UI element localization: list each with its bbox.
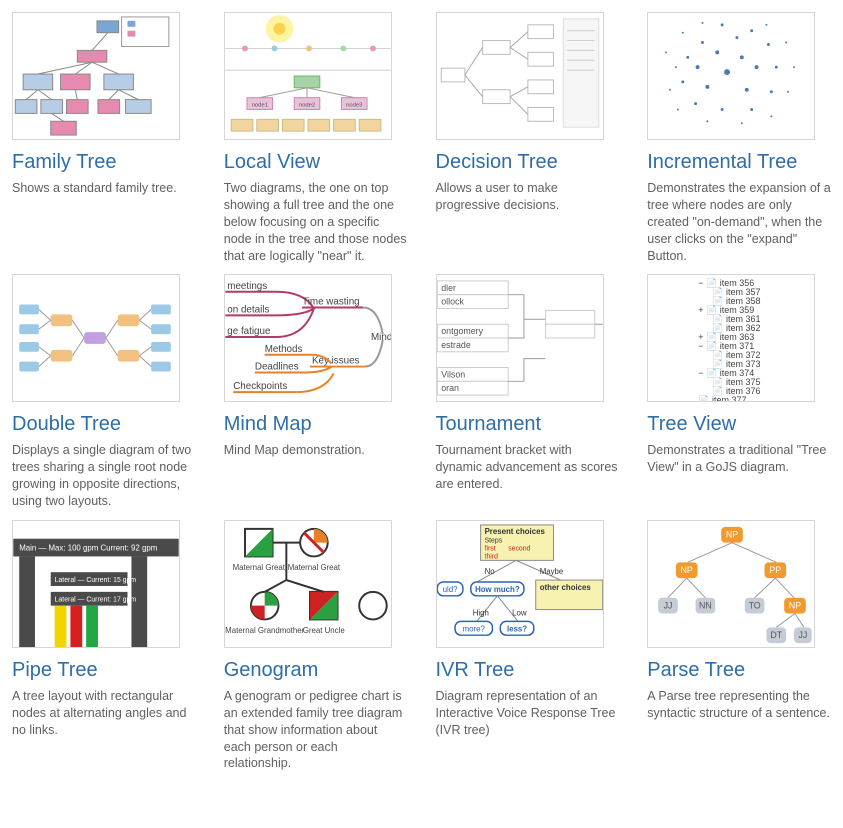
svg-text:Lateral — Current: 17 gpm: Lateral — Current: 17 gpm bbox=[55, 597, 137, 604]
svg-text:Maybe: Maybe bbox=[539, 567, 563, 576]
thumb-decision-tree[interactable] bbox=[436, 12, 604, 140]
svg-text:PP: PP bbox=[770, 565, 782, 575]
desc-ivr-tree: Diagram representation of an Interactive… bbox=[436, 688, 620, 739]
svg-text:dler: dler bbox=[441, 283, 456, 293]
svg-text:ollock: ollock bbox=[441, 297, 464, 307]
card-ivr-tree: Present choices Steps first second third… bbox=[436, 520, 620, 772]
svg-text:Time wasting: Time wasting bbox=[302, 297, 360, 308]
desc-incremental-tree: Demonstrates the expansion of a tree whe… bbox=[647, 180, 831, 264]
samples-grid: Family Tree Shows a standard family tree… bbox=[12, 12, 831, 772]
thumb-incremental-tree[interactable] bbox=[647, 12, 815, 140]
desc-genogram: A genogram or pedigree chart is an exten… bbox=[224, 688, 408, 772]
svg-text:ontgomery: ontgomery bbox=[441, 326, 483, 336]
svg-text:Vilson: Vilson bbox=[441, 370, 465, 380]
svg-text:How much?: How much? bbox=[475, 585, 520, 594]
svg-text:Maternal Great: Maternal Great bbox=[287, 563, 340, 572]
svg-text:Lateral — Current: 15 gpm: Lateral — Current: 15 gpm bbox=[55, 577, 137, 584]
svg-text:Key issues: Key issues bbox=[312, 356, 360, 367]
svg-text:Maternal Great: Maternal Great bbox=[232, 563, 285, 572]
svg-text:Main — Max: 100 gpm Current:: Main — Max: 100 gpm Current: 92 gpm bbox=[19, 543, 157, 552]
svg-text:uld?: uld? bbox=[442, 585, 457, 594]
svg-text:first: first bbox=[484, 545, 495, 552]
thumb-tree-view[interactable]: − 📄 item 356 📄 item 357 📄 item 358 + 📄 i… bbox=[647, 274, 815, 402]
title-mind-map[interactable]: Mind Map bbox=[224, 412, 408, 436]
thumb-mind-map[interactable]: meetings on details ge fatigue Time wast… bbox=[224, 274, 392, 402]
desc-family-tree: Shows a standard family tree. bbox=[12, 180, 196, 197]
svg-text:third: third bbox=[484, 553, 498, 560]
svg-text:less?: less? bbox=[506, 624, 526, 633]
svg-text:estrade: estrade bbox=[441, 340, 471, 350]
card-pipe-tree: Main — Max: 100 gpm Current: 92 gpm Late… bbox=[12, 520, 196, 772]
svg-text:second: second bbox=[508, 545, 530, 552]
thumb-family-tree[interactable] bbox=[12, 12, 180, 140]
desc-mind-map: Mind Map demonstration. bbox=[224, 442, 408, 459]
card-genogram: Maternal Great Maternal Great Maternal G… bbox=[224, 520, 408, 772]
thumb-local-view[interactable]: node1 node2 node3 bbox=[224, 12, 392, 140]
svg-text:JJ: JJ bbox=[664, 600, 673, 610]
card-parse-tree: NP NP PP JJ NN TO NP DT JJ Parse Tree A … bbox=[647, 520, 831, 772]
svg-text:High: High bbox=[472, 608, 488, 617]
card-incremental-tree: Incremental Tree Demonstrates the expans… bbox=[647, 12, 831, 264]
title-local-view[interactable]: Local View bbox=[224, 150, 408, 174]
desc-local-view: Two diagrams, the one on top showing a f… bbox=[224, 180, 408, 264]
thumb-pipe-tree[interactable]: Main — Max: 100 gpm Current: 92 gpm Late… bbox=[12, 520, 180, 648]
card-tree-view: − 📄 item 356 📄 item 357 📄 item 358 + 📄 i… bbox=[647, 274, 831, 510]
svg-text:more?: more? bbox=[462, 624, 485, 633]
svg-text:ge fatigue: ge fatigue bbox=[227, 326, 271, 337]
svg-text:NP: NP bbox=[789, 600, 801, 610]
desc-decision-tree: Allows a user to make progressive decisi… bbox=[436, 180, 620, 214]
desc-tree-view: Demonstrates a traditional "Tree View" i… bbox=[647, 442, 831, 476]
title-tree-view[interactable]: Tree View bbox=[647, 412, 831, 436]
svg-text:DT: DT bbox=[771, 630, 783, 640]
svg-text:Low: Low bbox=[512, 608, 527, 617]
title-tournament[interactable]: Tournament bbox=[436, 412, 620, 436]
svg-text:on details: on details bbox=[227, 305, 269, 316]
desc-pipe-tree: A tree layout with rectangular nodes at … bbox=[12, 688, 196, 739]
svg-text:NP: NP bbox=[726, 530, 738, 540]
svg-text:No: No bbox=[484, 567, 495, 576]
title-parse-tree[interactable]: Parse Tree bbox=[647, 658, 831, 682]
title-ivr-tree[interactable]: IVR Tree bbox=[436, 658, 620, 682]
svg-text:Deadlines: Deadlines bbox=[255, 362, 299, 373]
desc-tournament: Tournament bracket with dynamic advancem… bbox=[436, 442, 620, 493]
thumb-parse-tree[interactable]: NP NP PP JJ NN TO NP DT JJ bbox=[647, 520, 815, 648]
svg-text:node3: node3 bbox=[346, 103, 363, 109]
svg-text:NP: NP bbox=[681, 565, 693, 575]
title-decision-tree[interactable]: Decision Tree bbox=[436, 150, 620, 174]
thumb-genogram[interactable]: Maternal Great Maternal Great Maternal G… bbox=[224, 520, 392, 648]
svg-text:Great Uncle: Great Uncle bbox=[303, 626, 346, 635]
svg-text:node1: node1 bbox=[251, 103, 267, 109]
thumb-tournament[interactable]: dler ollock ontgomery estrade Vilson ora… bbox=[436, 274, 604, 402]
svg-text:NN: NN bbox=[699, 600, 712, 610]
svg-text:other choices: other choices bbox=[539, 583, 591, 592]
svg-text:oran: oran bbox=[441, 384, 459, 394]
svg-text:Methods: Methods bbox=[264, 344, 302, 355]
thumb-ivr-tree[interactable]: Present choices Steps first second third… bbox=[436, 520, 604, 648]
title-incremental-tree[interactable]: Incremental Tree bbox=[647, 150, 831, 174]
title-pipe-tree[interactable]: Pipe Tree bbox=[12, 658, 196, 682]
card-tournament: dler ollock ontgomery estrade Vilson ora… bbox=[436, 274, 620, 510]
svg-text:Present choices: Present choices bbox=[484, 527, 545, 536]
svg-text:node2: node2 bbox=[299, 103, 315, 109]
card-local-view: node1 node2 node3 Local View Two diagram… bbox=[224, 12, 408, 264]
card-family-tree: Family Tree Shows a standard family tree… bbox=[12, 12, 196, 264]
card-mind-map: meetings on details ge fatigue Time wast… bbox=[224, 274, 408, 510]
desc-double-tree: Displays a single diagram of two trees s… bbox=[12, 442, 196, 510]
title-genogram[interactable]: Genogram bbox=[224, 658, 408, 682]
svg-text:meetings: meetings bbox=[227, 281, 267, 292]
svg-text:Checkpoints: Checkpoints bbox=[233, 382, 287, 393]
title-double-tree[interactable]: Double Tree bbox=[12, 412, 196, 436]
thumb-double-tree[interactable] bbox=[12, 274, 180, 402]
card-decision-tree: Decision Tree Allows a user to make prog… bbox=[436, 12, 620, 264]
svg-text:Steps: Steps bbox=[484, 538, 502, 545]
card-double-tree: Double Tree Displays a single diagram of… bbox=[12, 274, 196, 510]
svg-text:TO: TO bbox=[749, 600, 761, 610]
svg-text:Mind: Mind bbox=[371, 332, 391, 343]
svg-text:JJ: JJ bbox=[799, 630, 808, 640]
title-family-tree[interactable]: Family Tree bbox=[12, 150, 196, 174]
svg-text:Maternal Grandmother: Maternal Grandmother bbox=[225, 626, 304, 635]
desc-parse-tree: A Parse tree representing the syntactic … bbox=[647, 688, 831, 722]
